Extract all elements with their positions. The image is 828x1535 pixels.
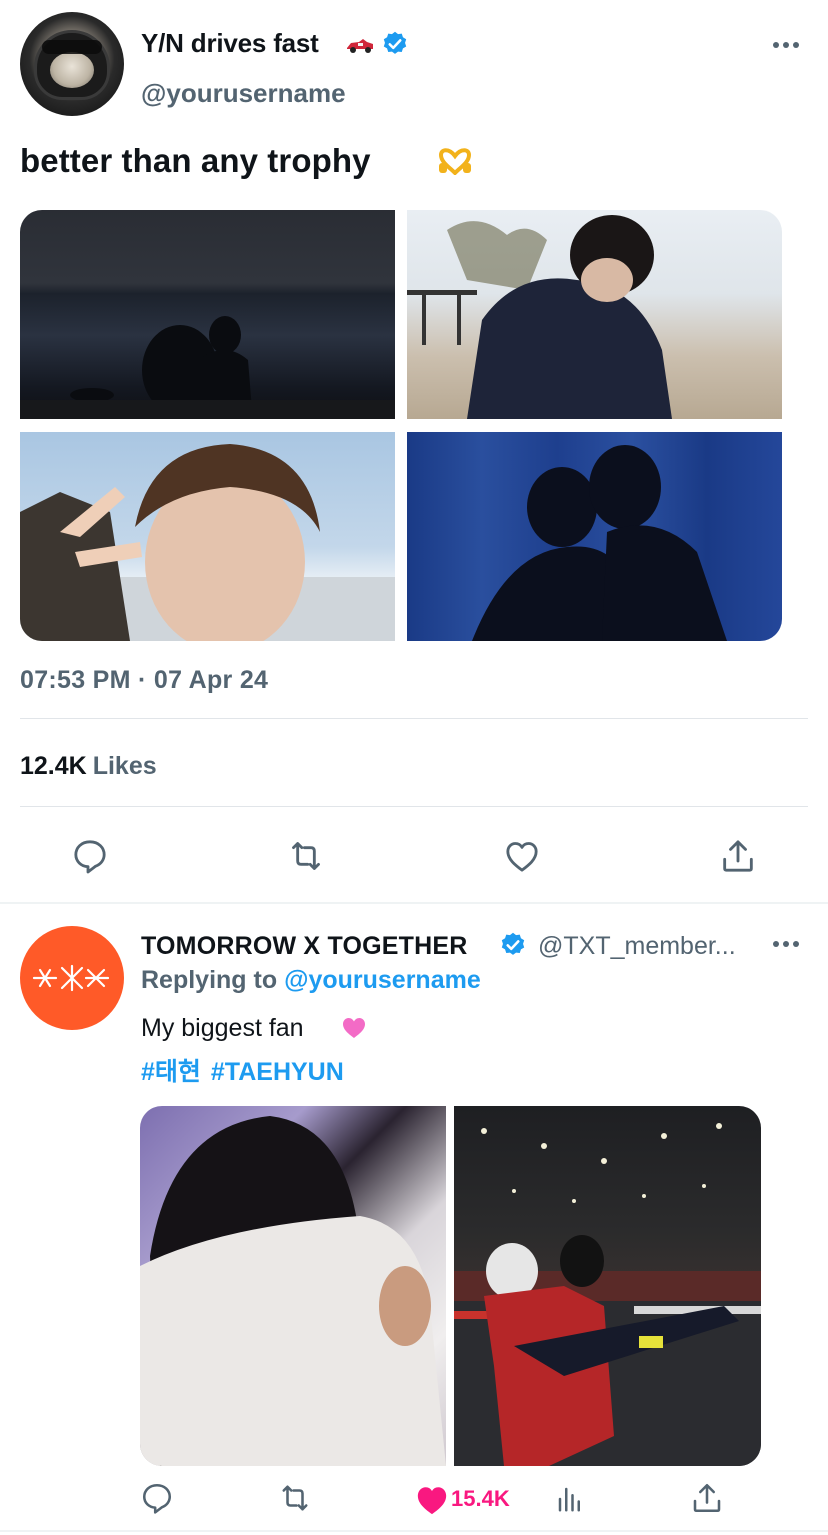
photo-silhouette-kiss[interactable] [407, 432, 782, 641]
hashtag-link[interactable]: #태현 [141, 1058, 201, 1086]
replying-to-label: Replying to [141, 966, 278, 994]
photo-couple-by-sea[interactable] [20, 210, 395, 419]
likes-count: 12.4K [20, 752, 87, 780]
liked-heart-icon[interactable] [415, 1484, 449, 1516]
analytics-icon[interactable] [555, 1484, 585, 1514]
reply-icon[interactable] [70, 836, 110, 876]
divider [20, 806, 808, 807]
silhouette-kiss-graphic [472, 445, 727, 641]
verified-badge-icon [383, 31, 407, 54]
reply-icon[interactable] [139, 1480, 175, 1516]
share-icon[interactable] [718, 836, 758, 876]
share-icon[interactable] [689, 1480, 725, 1516]
likes-label: Likes [92, 752, 157, 780]
display-name[interactable]: TOMORROW X TOGETHER [141, 932, 468, 961]
photo-kart-track[interactable] [454, 1106, 761, 1466]
verified-badge-icon [501, 932, 525, 955]
txt-logo-icon [32, 964, 110, 992]
divider [20, 718, 808, 719]
section-divider [0, 902, 828, 904]
username-handle[interactable]: @TXT_member... [538, 932, 736, 961]
reply-text: My biggest fan [141, 1014, 304, 1042]
mention-link[interactable]: @yourusername [284, 966, 481, 994]
more-options-icon[interactable] [770, 38, 802, 52]
tweet-text: better than any trophy [20, 142, 371, 179]
retweet-icon[interactable] [286, 836, 326, 876]
replying-to: Replying to @yourusername [141, 966, 481, 995]
display-name[interactable]: Y/N drives fast [141, 28, 319, 59]
likes-summary[interactable]: 12.4K Likes [20, 752, 157, 781]
hashtags: #태현 #TAEHYUN [141, 1052, 344, 1088]
photo-selfie-peace-sign[interactable] [20, 432, 395, 641]
like-icon[interactable] [502, 836, 542, 876]
crouching-person-graphic [407, 215, 672, 419]
kart-track-graphic [454, 1123, 761, 1466]
retweet-icon[interactable] [277, 1480, 313, 1516]
photo-hug[interactable] [140, 1106, 446, 1466]
avatar[interactable] [20, 12, 124, 116]
race-car-icon [347, 39, 373, 53]
like-count: 15.4K [451, 1486, 510, 1511]
visor-shape [42, 40, 102, 54]
pink-heart-icon [343, 1018, 365, 1038]
section-divider [0, 1530, 828, 1532]
cat-face-shape [50, 52, 94, 88]
tweet-timestamp[interactable]: 07:53 PM · 07 Apr 24 [20, 666, 268, 695]
heart-hands-icon [438, 148, 472, 175]
more-options-icon[interactable] [770, 937, 802, 951]
avatar[interactable] [20, 926, 124, 1030]
hashtag-link[interactable]: #TAEHYUN [211, 1058, 344, 1086]
selfie-graphic [20, 444, 395, 641]
photo-crouching-person[interactable] [407, 210, 782, 419]
username-handle[interactable]: @yourusername [141, 78, 346, 109]
silhouette-couple-graphic [20, 316, 395, 419]
hug-graphic [140, 1116, 446, 1466]
